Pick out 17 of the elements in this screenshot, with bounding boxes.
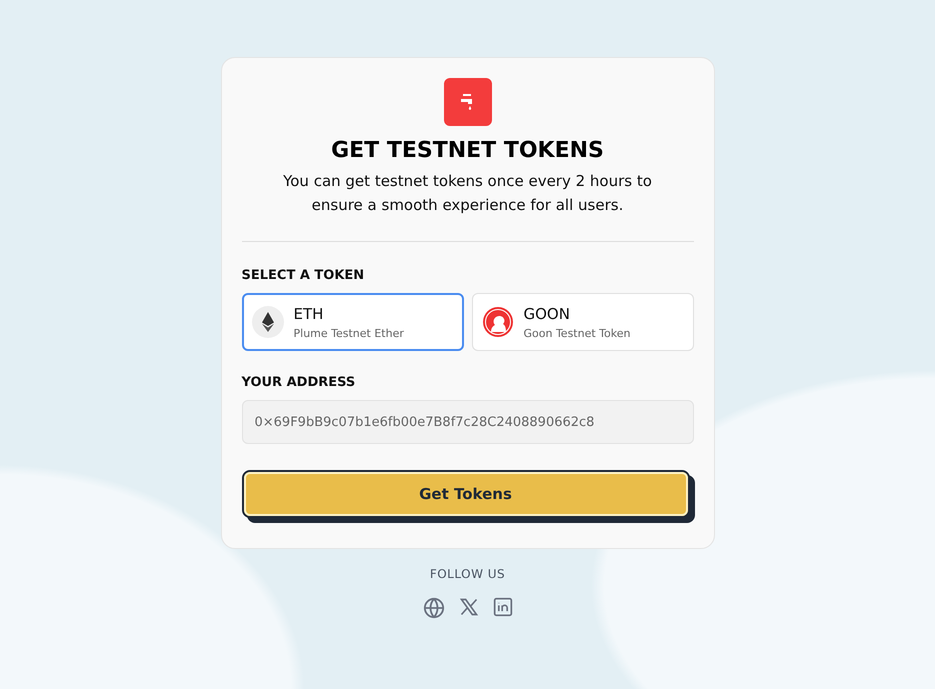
subtitle: You can get testnet tokens once every 2 hours to ensure a smooth experience for all users. <box>282 171 653 216</box>
token-option[interactable]: ETH Plume Testnet Ether <box>242 293 464 351</box>
token-symbol: ETH <box>294 304 324 322</box>
globe-icon <box>422 597 444 619</box>
token-option[interactable]: GOON Goon Testnet Token <box>472 293 694 351</box>
x-mark-icon <box>458 597 478 617</box>
token-symbol: GOON <box>524 304 571 322</box>
address-field[interactable]: 0×69F9bB9c07b1e6fb00e7B8f7c28C2408890662c8 <box>242 400 694 444</box>
silhouette-icon <box>482 306 514 338</box>
page-title: GET TESTNET TOKENS <box>331 138 604 163</box>
token-name: Plume Testnet Ether <box>294 326 404 340</box>
section-label: SELECT A TOKEN <box>242 268 366 283</box>
section-label: YOUR ADDRESS <box>242 375 356 390</box>
follow-label: FOLLOW US <box>430 567 506 581</box>
token-name: Goon Testnet Token <box>524 326 630 340</box>
in-square-icon <box>492 597 512 617</box>
tap-icon <box>460 93 474 111</box>
